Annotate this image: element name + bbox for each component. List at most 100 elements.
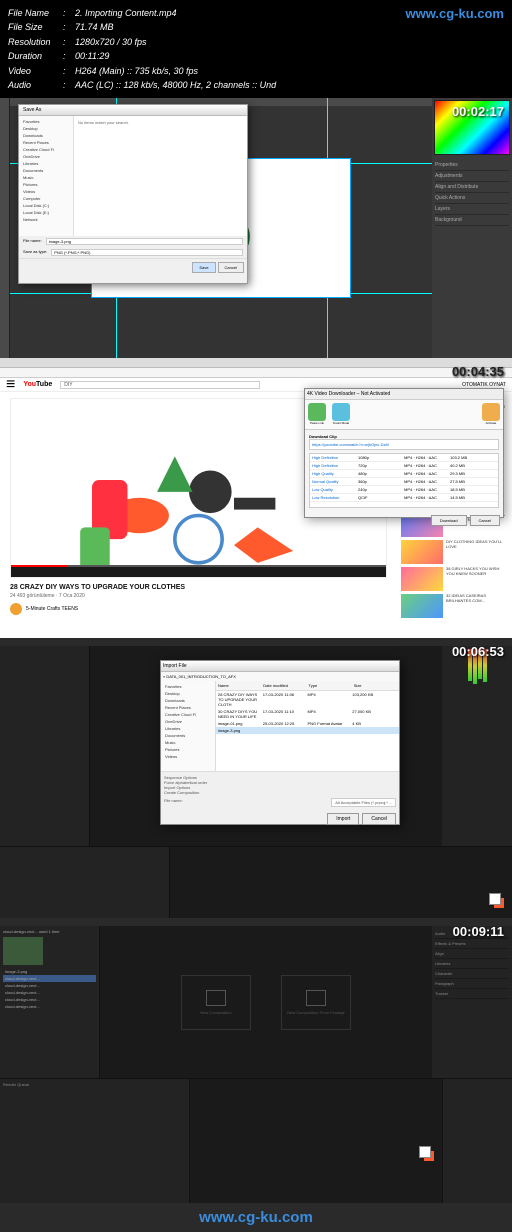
saveastype-select[interactable]: PNG (*.PNG;*.PNG) (51, 249, 243, 256)
paste-icon[interactable] (308, 403, 326, 421)
table-row[interactable]: Low Quality240pMP4 · H264 · AAC18.5 MB (310, 486, 498, 494)
timeline-layers[interactable] (0, 847, 170, 918)
search-input[interactable]: DIY (60, 381, 260, 389)
sidebar-item[interactable]: Pictures (21, 181, 71, 188)
file-row[interactable]: 30 CRAZY DIYS YOU NEED IN YOUR LIFE17-03… (216, 708, 399, 720)
sidebar-item[interactable]: Music (163, 739, 213, 746)
suggestion-item[interactable]: 32 IDEIAS CASEIRAS BRILHANTES COM... (401, 594, 508, 618)
import-button[interactable]: Import (327, 813, 359, 825)
sidebar-item[interactable]: Recent Places (21, 139, 71, 146)
table-row[interactable]: High Definition1080pMP4 · H264 · AAC103.… (310, 454, 498, 462)
project-item[interactable]: cloud-design-vect... (3, 989, 96, 996)
sidebar-item[interactable]: Libraries (21, 160, 71, 167)
panel-label[interactable]: Adjustments (435, 171, 509, 182)
panel-label[interactable]: Properties (435, 160, 509, 171)
channel-avatar[interactable] (10, 603, 22, 615)
sidebar-item[interactable]: Local Disk (C:) (21, 202, 71, 209)
project-item[interactable]: cloud-design-vect... (3, 1003, 96, 1010)
sidebar-item[interactable]: Music (21, 174, 71, 181)
timeline-layers[interactable]: Render Queue (0, 1079, 190, 1203)
address-bar[interactable] (0, 368, 512, 378)
sidebar-item[interactable]: Videos (163, 753, 213, 760)
new-comp-drop[interactable]: New Composition (181, 975, 251, 1030)
toolbar-left[interactable] (0, 98, 10, 358)
filename-input[interactable]: image-3.png (46, 238, 243, 245)
panel-tab[interactable]: Libraries (435, 959, 509, 969)
cancel-button[interactable]: Cancel (362, 813, 396, 825)
panel-label[interactable]: Background (435, 215, 509, 226)
sidebar-item[interactable]: Videos (21, 188, 71, 195)
timeline[interactable] (0, 846, 512, 918)
project-item[interactable]: cloud-design-vect... (3, 982, 96, 989)
sidebar-item[interactable]: OneDrive (163, 718, 213, 725)
panel-label[interactable]: Align and Distribute (435, 182, 509, 193)
panel-label[interactable]: Quick Actions (435, 193, 509, 204)
timeline-tracks[interactable] (190, 1079, 442, 1203)
file-list[interactable]: No items match your search. (74, 116, 247, 236)
dialog-sidebar[interactable]: Favorites Desktop Downloads Recent Place… (19, 116, 74, 236)
sidebar-item[interactable]: Desktop (21, 125, 71, 132)
project-panel[interactable] (0, 646, 90, 846)
panel-label[interactable]: Layers (435, 204, 509, 215)
panel-tab[interactable]: Effects & Presets (435, 939, 509, 949)
project-item[interactable]: image-3.png (3, 968, 96, 975)
sidebar-item[interactable]: Network (21, 216, 71, 223)
option-checkbox[interactable]: Create Composition (164, 790, 396, 795)
activate-icon[interactable] (482, 403, 500, 421)
menu-bar[interactable] (0, 638, 512, 646)
sidebar-item[interactable]: OneDrive (21, 153, 71, 160)
table-row[interactable]: High Quality480pMP4 · H264 · AAC29.3 MB (310, 470, 498, 478)
timeline[interactable]: Render Queue (0, 1078, 512, 1203)
timeline-right-panel[interactable] (442, 1079, 512, 1203)
player-controls[interactable] (11, 567, 386, 577)
timeline-tracks[interactable] (170, 847, 512, 918)
download-button[interactable]: Download (431, 515, 467, 526)
color-swatch[interactable] (492, 896, 506, 910)
project-item[interactable]: cloud-design-vect... (3, 975, 96, 982)
project-item[interactable]: cloud-design-vect... (3, 996, 96, 1003)
youtube-logo[interactable]: YouTube (23, 381, 52, 388)
hamburger-icon[interactable]: ≡ (6, 376, 15, 394)
sidebar-item[interactable]: Favorites (21, 118, 71, 125)
new-comp-footage-drop[interactable]: New Composition From Footage (281, 975, 351, 1030)
panel-tab[interactable]: Paragraph (435, 979, 509, 989)
save-button[interactable]: Save (192, 262, 215, 273)
sidebar-item[interactable]: Favorites (163, 683, 213, 690)
file-row[interactable]: image-3.png (216, 727, 399, 734)
sidebar-item[interactable]: Creative Cloud Fi (21, 146, 71, 153)
panel-tab[interactable]: Tracker (435, 989, 509, 999)
sidebar-item[interactable]: Computer (21, 195, 71, 202)
project-thumbnail[interactable] (3, 937, 43, 965)
cancel-button[interactable]: Cancel (470, 515, 500, 526)
file-list[interactable]: NameDate modifiedTypeSize 28 CRAZY DIY W… (216, 681, 399, 771)
suggestion-item[interactable]: 38 GIRLY HACKS YOU WISH YOU KNEW SOONER (401, 567, 508, 591)
sidebar-item[interactable]: Libraries (163, 725, 213, 732)
cancel-button[interactable]: Cancel (218, 262, 244, 273)
channel-name[interactable]: 5-Minute Crafts TEENS (26, 606, 78, 612)
sidebar-item[interactable]: Local Disk (E:) (21, 209, 71, 216)
panel-tab[interactable]: Align (435, 949, 509, 959)
browser-tabs[interactable] (0, 358, 512, 368)
sidebar-item[interactable]: Downloads (21, 132, 71, 139)
file-row[interactable]: image-01.png25-03-2020 12:25PNG Format A… (216, 720, 399, 727)
format-select[interactable]: All Acceptable Files (*.prproj;*… (331, 798, 396, 807)
table-row[interactable]: Low ResolutionQCIFMP4 · H264 · AAC14.5 M… (310, 494, 498, 502)
dialog-sidebar[interactable]: Favorites Desktop Downloads Recent Place… (161, 681, 216, 771)
sidebar-item[interactable]: Desktop (163, 690, 213, 697)
path-bar[interactable]: « DATA_001_INTRODUCTION_TO_AFX (161, 672, 399, 681)
color-swatch[interactable] (422, 1149, 436, 1163)
sidebar-item[interactable]: Recent Places (163, 704, 213, 711)
sidebar-item[interactable]: Downloads (163, 697, 213, 704)
menu-bar[interactable] (0, 918, 512, 926)
table-row[interactable]: Normal Quality360pMP4 · H264 · AAC27.5 M… (310, 478, 498, 486)
table-row[interactable]: High Definition720pMP4 · H264 · AAC40.2 … (310, 462, 498, 470)
sidebar-item[interactable]: Documents (163, 732, 213, 739)
timeline-tab[interactable]: Render Queue (3, 1082, 186, 1087)
project-panel[interactable]: cloud-design-vect... used 1 time image-3… (0, 926, 100, 1078)
suggestion-item[interactable]: DIY CLOTHING IDEAS YOU'LL LOVE (401, 540, 508, 564)
sidebar-item[interactable]: Pictures (163, 746, 213, 753)
smart-icon[interactable] (332, 403, 350, 421)
file-row[interactable]: 28 CRAZY DIY WAYS TO UPGRADE YOUR CLOTH1… (216, 691, 399, 708)
panel-tab[interactable]: Character (435, 969, 509, 979)
sidebar-item[interactable]: Documents (21, 167, 71, 174)
